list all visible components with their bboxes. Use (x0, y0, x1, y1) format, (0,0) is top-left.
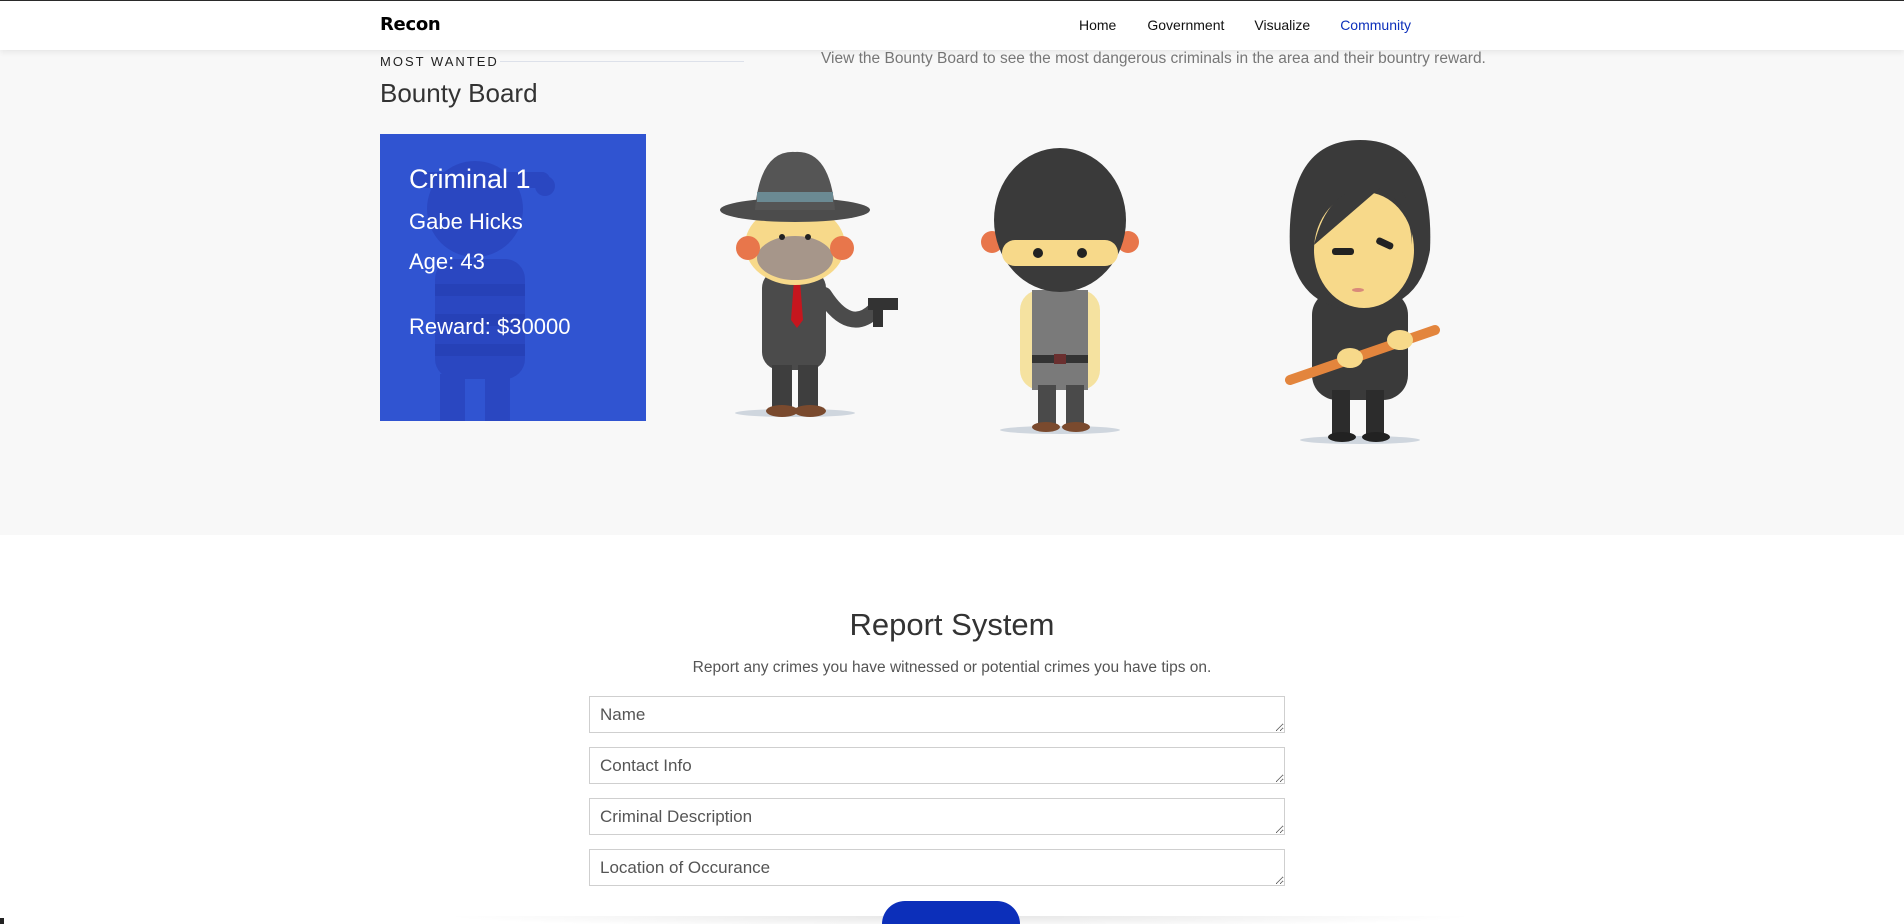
bounty-section: MOST WANTED Bounty Board View the Bounty… (0, 50, 1904, 535)
nav-link-home[interactable]: Home (1079, 17, 1116, 33)
criminal-hoodie-image[interactable] (1270, 140, 1450, 450)
criminal-fedora-image[interactable] (700, 130, 920, 430)
criminal-age: Age: 43 (409, 249, 485, 274)
report-subtitle: Report any crimes you have witnessed or … (692, 659, 1212, 676)
brand-logo[interactable]: Recon (380, 14, 441, 35)
criminal-description-field[interactable] (589, 798, 1285, 835)
navbar: Recon Home Government Visualize Communit… (0, 0, 1904, 50)
submit-button[interactable]: Submit (882, 901, 1020, 924)
nav-links: Home Government Visualize Community (1079, 17, 1411, 33)
name-field[interactable] (589, 696, 1285, 733)
report-title: Report System (849, 607, 1055, 642)
criminal-card[interactable]: Criminal 1 Gabe Hicks Age: 43 Reward: $3… (380, 134, 646, 421)
nav-link-government[interactable]: Government (1147, 17, 1224, 33)
criminal-name: Gabe Hicks (409, 209, 523, 234)
section-kicker: MOST WANTED (380, 54, 499, 69)
contact-info-field[interactable] (589, 747, 1285, 784)
criminal-title: Criminal 1 (409, 164, 531, 194)
criminal-balaclava-image[interactable] (970, 140, 1150, 440)
nav-link-community[interactable]: Community (1340, 17, 1411, 33)
bounty-board-title: Bounty Board (380, 78, 538, 108)
corner-mark (0, 918, 4, 924)
bounty-board-description: View the Bounty Board to see the most da… (821, 50, 1486, 67)
location-field[interactable] (589, 849, 1285, 886)
nav-link-visualize[interactable]: Visualize (1254, 17, 1310, 33)
criminal-reward: Reward: $30000 (409, 314, 571, 339)
kicker-divider (500, 61, 744, 62)
